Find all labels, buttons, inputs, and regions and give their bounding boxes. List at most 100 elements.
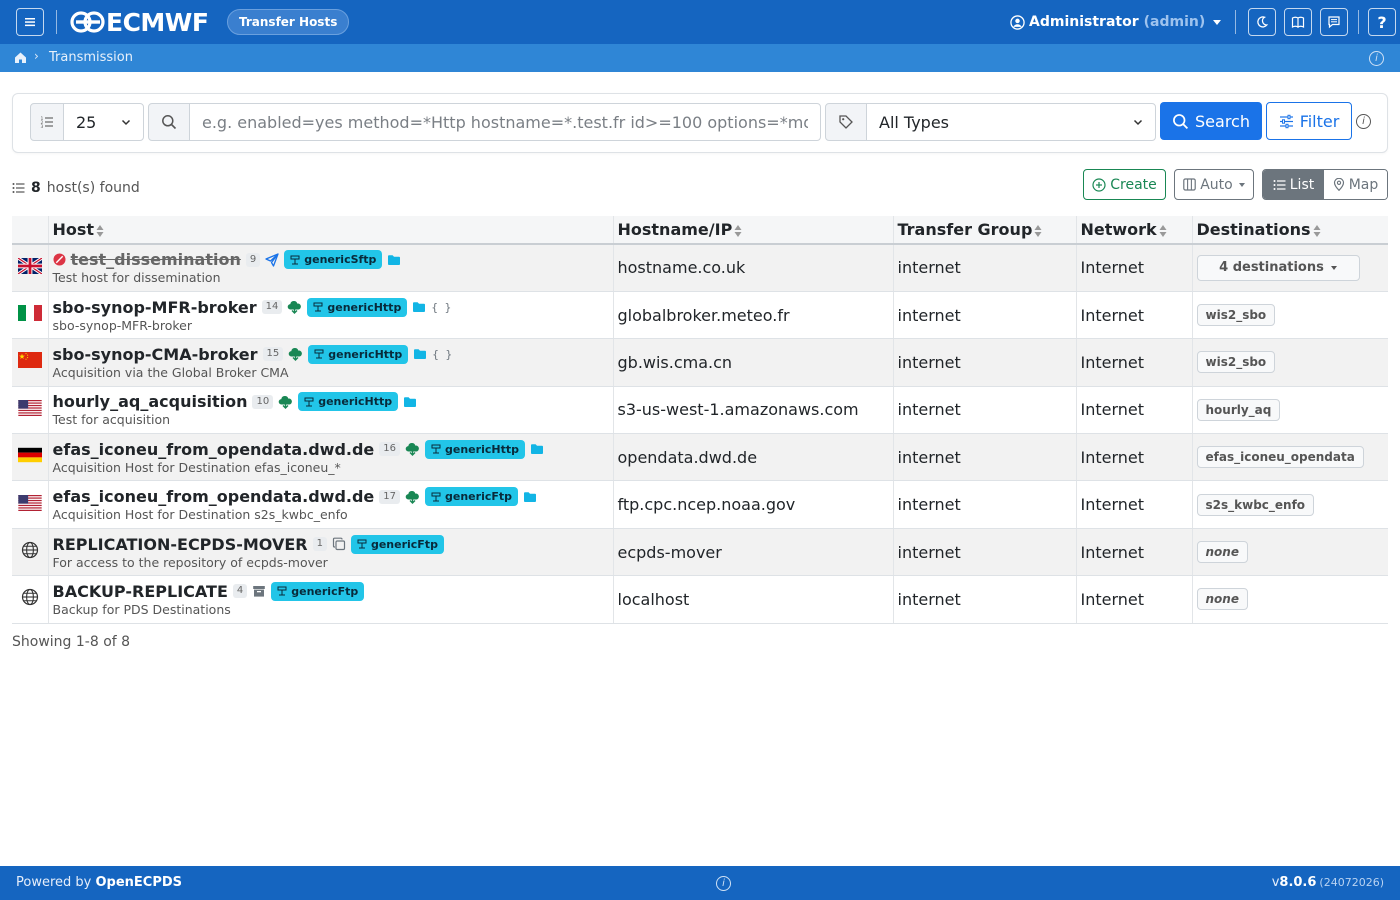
transfer-method-badge[interactable]: genericFtp (350, 534, 444, 554)
column-layout-dropdown[interactable]: Auto (1174, 169, 1254, 200)
table-row[interactable]: test_dissemination 9 genericSftp Test host … (12, 244, 1388, 292)
navbar-divider (56, 10, 57, 34)
user-menu[interactable]: Administrator (admin) (1010, 12, 1222, 32)
flag-cell (12, 480, 48, 529)
folder-icon[interactable] (403, 396, 417, 408)
network-cell: Internet (1075, 575, 1192, 624)
info-icon[interactable]: i (716, 876, 731, 891)
host-index-badge: 1 (312, 537, 327, 552)
host-name-link[interactable]: efas_iconeu_from_opendata.dwd.de (53, 440, 375, 459)
transfer-method-badge[interactable]: genericHttp (307, 297, 408, 317)
filter-button[interactable]: Filter (1266, 102, 1352, 140)
destination-badge[interactable]: wis2_sbo (1196, 304, 1276, 327)
transfer-method-badge[interactable]: genericFtp (425, 487, 519, 507)
column-header-network[interactable]: Network (1075, 216, 1192, 245)
info-icon[interactable]: i (1356, 114, 1371, 129)
host-name-link[interactable]: REPLICATION-ECPDS-MOVER (53, 535, 308, 554)
transfer-group-cell: internet (892, 575, 1076, 624)
destination-badge[interactable]: s2s_kwbc_enfo (1196, 493, 1315, 516)
map-view-button[interactable]: Map (1324, 170, 1387, 199)
host-description: For access to the repository of ecpds-mo… (52, 554, 328, 570)
help-button[interactable]: ? (1368, 8, 1396, 36)
destinations-dropdown[interactable]: 4 destinations (1196, 254, 1360, 281)
braces-icon[interactable]: { } (432, 348, 452, 361)
column-header-transfer-group[interactable]: Transfer Group (892, 216, 1076, 245)
braces-icon[interactable]: { } (431, 301, 451, 314)
type-filter-select[interactable]: All Types (866, 103, 1156, 141)
table-row[interactable]: efas_iconeu_from_opendata.dwd.de 16 generi… (12, 433, 1388, 482)
app-name-badge[interactable]: Transfer Hosts (227, 9, 350, 35)
host-name-link[interactable]: efas_iconeu_from_opendata.dwd.de (53, 487, 375, 506)
ecmwf-logo[interactable]: ECMWF (70, 8, 209, 37)
pagination-summary: Showing 1-8 of 8 (12, 634, 131, 650)
flag-column-header (12, 216, 48, 245)
transfer-method-badge[interactable]: genericFtp (271, 581, 365, 601)
view-toggle: List Map (1262, 169, 1388, 200)
hostname-cell: hostname.co.uk (612, 244, 893, 292)
destination-badge[interactable]: hourly_aq (1196, 398, 1281, 421)
folder-icon[interactable] (387, 254, 401, 266)
create-button-label: Create (1110, 176, 1157, 193)
transfer-group-cell: internet (892, 528, 1076, 577)
send-icon (265, 253, 279, 267)
folder-icon[interactable] (523, 491, 537, 503)
host-title-line: sbo-synop-CMA-broker 15 genericHttp { } (53, 344, 609, 364)
destination-badge[interactable]: efas_iconeu_opendata (1196, 446, 1364, 469)
column-header-destinations[interactable]: Destinations (1191, 216, 1388, 245)
host-name-link[interactable]: hourly_aq_acquisition (53, 392, 248, 411)
book-icon (1291, 16, 1305, 29)
table-row[interactable]: hourly_aq_acquisition 10 genericHttp Test f… (12, 386, 1388, 435)
table-row[interactable]: BACKUP-REPLICATE 4 genericFtp Backup for PD… (12, 575, 1388, 624)
messages-button[interactable] (1320, 8, 1348, 36)
column-header-label: Destinations (1196, 220, 1311, 239)
type-filter-value: All Types (879, 112, 950, 132)
menu-toggle-button[interactable] (16, 8, 44, 36)
home-icon[interactable] (14, 51, 27, 64)
list-view-label: List (1289, 176, 1315, 193)
columns-icon (1183, 178, 1197, 191)
theme-toggle-button[interactable] (1248, 8, 1276, 36)
flag-cell (12, 528, 48, 577)
list-view-button[interactable]: List (1263, 170, 1324, 199)
host-name-link[interactable]: sbo-synop-MFR-broker (53, 298, 257, 317)
network-cell: Internet (1075, 338, 1192, 387)
host-name-link[interactable]: BACKUP-REPLICATE (53, 582, 228, 601)
page-size-value: 25 (76, 112, 97, 132)
breadcrumb: › Transmission i (0, 44, 1400, 72)
table-row[interactable]: efas_iconeu_from_opendata.dwd.de 17 generi… (12, 480, 1388, 529)
folder-icon[interactable] (530, 443, 544, 455)
host-description: Acquisition via the Global Broker CMA (52, 364, 289, 380)
folder-icon[interactable] (412, 301, 426, 313)
create-button[interactable]: Create (1083, 169, 1166, 200)
search-button[interactable]: Search (1160, 102, 1262, 140)
moon-icon (1257, 16, 1269, 28)
method-icon (304, 397, 314, 407)
transfer-method-badge[interactable]: genericHttp (298, 392, 399, 412)
folder-icon[interactable] (413, 348, 427, 360)
host-index-badge: 17 (379, 489, 401, 504)
table-row[interactable]: REPLICATION-ECPDS-MOVER 1 genericFtp For ac… (12, 528, 1388, 577)
info-icon[interactable]: i (1369, 51, 1384, 66)
column-header-hostname[interactable]: Hostname/IP (612, 216, 893, 245)
breadcrumb-current[interactable]: Transmission (49, 50, 133, 65)
host-name-link[interactable]: test_dissemination (71, 250, 241, 269)
destination-badge: none (1196, 588, 1248, 611)
powered-by-link[interactable]: OpenECPDS (96, 875, 183, 890)
transfer-method-badge[interactable]: genericHttp (425, 439, 525, 459)
search-input[interactable]: e.g. enabled=yes method=*Http hostname=*… (189, 103, 821, 141)
version-info: v8.0.6 (24072026) (1272, 875, 1384, 890)
search-card: 123 25 e.g. enabled=yes method=*Http hos… (12, 93, 1388, 153)
destination-badge[interactable]: wis2_sbo (1196, 351, 1276, 374)
de-flag-icon (17, 447, 42, 463)
transfer-method-badge[interactable]: genericSftp (284, 250, 383, 270)
page-size-select[interactable]: 25 (63, 103, 144, 141)
table-row[interactable]: sbo-synop-CMA-broker 15 genericHttp { } Acqu… (12, 338, 1388, 387)
list-icon (1273, 179, 1286, 190)
transfer-method-badge[interactable]: genericHttp (308, 344, 409, 364)
host-description: Backup for PDS Destinations (52, 601, 231, 617)
documentation-button[interactable] (1284, 8, 1312, 36)
flag-cell (12, 338, 48, 387)
table-row[interactable]: sbo-synop-MFR-broker 14 genericHttp{ } sbo-… (12, 291, 1388, 340)
column-header-host[interactable]: Host (47, 216, 613, 245)
host-name-link[interactable]: sbo-synop-CMA-broker (53, 345, 258, 364)
